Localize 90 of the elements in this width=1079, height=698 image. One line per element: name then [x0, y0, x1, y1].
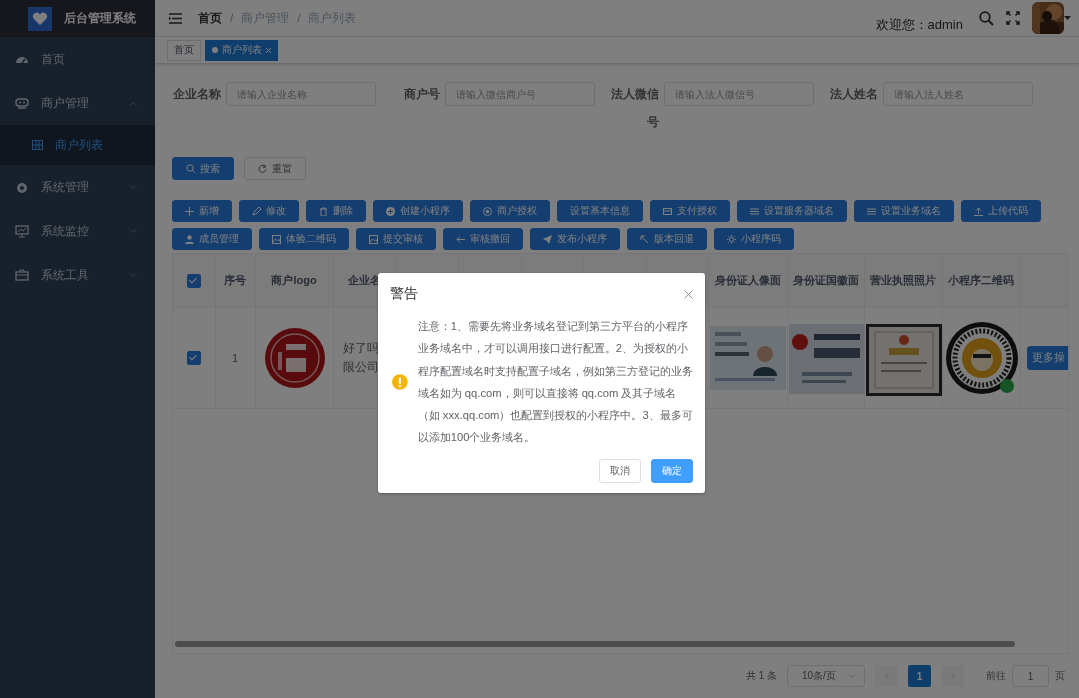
- action-button[interactable]: 设置基本信息: [557, 200, 643, 222]
- page-size-select[interactable]: 10条/页: [787, 665, 865, 687]
- column-header: 身份证国徽面: [792, 273, 859, 288]
- page-suffix: 页: [1055, 669, 1065, 683]
- welcome-text: 欢迎您：admin: [875, 16, 963, 34]
- sidebar-item[interactable]: 首页: [0, 37, 155, 81]
- sidebar-item[interactable]: 系统管理: [0, 165, 155, 209]
- upload-icon: [974, 206, 983, 216]
- column-header: 身份证人像面: [714, 273, 781, 288]
- dialog-title: 警告: [390, 285, 418, 303]
- list-icon: [750, 206, 759, 216]
- action-button[interactable]: 成员管理: [172, 228, 252, 250]
- confirm-button[interactable]: 确定: [651, 458, 693, 483]
- chevron-right-icon: [950, 672, 955, 680]
- column-header: 小程序二维码: [948, 273, 1014, 288]
- action-button[interactable]: 支付授权: [650, 200, 730, 222]
- action-button[interactable]: 版本回退: [627, 228, 707, 250]
- goto-label: 前往: [986, 669, 1006, 683]
- column-header: 商户logo: [271, 273, 317, 288]
- breadcrumb-item[interactable]: 首页: [198, 10, 222, 26]
- checkbox[interactable]: [186, 273, 201, 288]
- close-icon[interactable]: [684, 289, 693, 299]
- total-count: 共 1 条: [745, 669, 777, 683]
- action-button[interactable]: 设置服务器域名: [737, 200, 847, 222]
- target-icon: [483, 206, 492, 216]
- action-button[interactable]: 提交审核: [356, 228, 436, 250]
- reset-button[interactable]: 重置: [244, 157, 306, 180]
- person-icon: [185, 234, 194, 244]
- arrow-up-left-icon: [640, 234, 649, 244]
- search-icon: [186, 164, 195, 173]
- list-icon: [867, 206, 876, 216]
- action-button[interactable]: 审核撤回: [443, 228, 523, 250]
- app-title: 后台管理系统: [64, 10, 136, 27]
- scrollbar[interactable]: [175, 641, 1015, 647]
- search-button[interactable]: 搜索: [172, 157, 234, 180]
- action-button[interactable]: 新增: [172, 200, 232, 222]
- breadcrumb-separator: /: [230, 12, 234, 24]
- action-button[interactable]: 体验二维码: [259, 228, 349, 250]
- image-icon: [369, 234, 378, 244]
- plus-icon: [185, 206, 194, 216]
- table-cell-text: 好了吗 限公司: [341, 341, 380, 375]
- caret-icon[interactable]: [1064, 16, 1071, 20]
- sidebar-subitem[interactable]: 商户列表: [0, 125, 155, 165]
- action-button[interactable]: 商户授权: [470, 200, 550, 222]
- send-icon: [543, 234, 552, 244]
- card-icon: [663, 206, 672, 216]
- cancel-button[interactable]: 取消: [599, 458, 641, 483]
- column-header: 营业执照照片: [870, 273, 936, 288]
- action-button[interactable]: 设置业务域名: [854, 200, 954, 222]
- more-button[interactable]: 更多操: [1026, 346, 1068, 370]
- toolbox-icon: [15, 268, 29, 282]
- warning-icon: [392, 373, 408, 390]
- action-button[interactable]: 创建小程序: [373, 200, 463, 222]
- logo-icon: [28, 6, 52, 31]
- table-cell: 1: [231, 352, 239, 364]
- field-label: 法人姓名: [829, 86, 878, 103]
- robot-icon: [15, 96, 29, 110]
- grid-icon: [32, 140, 43, 150]
- refresh-icon: [258, 164, 267, 173]
- action-button[interactable]: 删除: [306, 200, 366, 222]
- field-label: 法人微信号: [610, 86, 659, 131]
- action-button[interactable]: 小程序码: [714, 228, 794, 250]
- tab[interactable]: 首页: [167, 39, 201, 61]
- action-button[interactable]: 修改: [239, 200, 299, 222]
- menu-icon[interactable]: [169, 12, 182, 24]
- sidebar-item[interactable]: 商户管理: [0, 81, 155, 125]
- trash-icon: [319, 206, 328, 216]
- tab[interactable]: 商户列表: [205, 39, 278, 61]
- fullscreen-icon[interactable]: [1006, 11, 1020, 25]
- field-label: 企业名称: [172, 86, 221, 103]
- breadcrumb-separator: /: [297, 12, 301, 24]
- field-label: 商户号: [403, 86, 440, 103]
- gear-icon: [15, 180, 29, 194]
- dialog-message: 注意：1、需要先将业务域名登记到第三方平台的小程序业务域名中，才可以调用接口进行配置。2、为授权的小程序配置域名时支持配置子域名，例如第三方登记的业务域名如为 qq.com，则可以直接将 qq.com 及其子域名（如 xxx.qq.com）也配置到授权的小程序中。3、最多可以添加100个业务域名。: [417, 319, 693, 446]
- image-icon: [272, 234, 281, 244]
- monitor-icon: [15, 224, 29, 238]
- sidebar-item[interactable]: 系统监控: [0, 209, 155, 253]
- action-button[interactable]: 上传代码: [961, 200, 1041, 222]
- pencil-icon: [252, 206, 261, 216]
- chevron-left-icon: [884, 672, 889, 680]
- page-button[interactable]: 1: [908, 665, 931, 687]
- checkbox[interactable]: [186, 351, 201, 366]
- page-input[interactable]: 1: [1012, 665, 1049, 687]
- sidebar-item[interactable]: 系统工具: [0, 253, 155, 297]
- action-button[interactable]: 发布小程序: [530, 228, 620, 250]
- sun-icon: [727, 234, 736, 244]
- column-header: 序号: [224, 273, 246, 288]
- search-icon[interactable]: [979, 10, 994, 26]
- plus-circle-icon: [386, 206, 395, 216]
- arrow-left-icon: [456, 234, 465, 244]
